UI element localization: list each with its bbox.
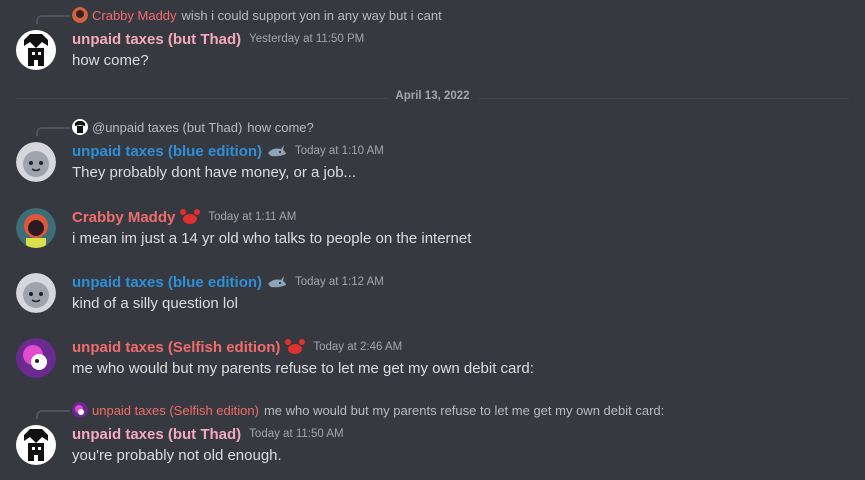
reply-author[interactable]: Crabby Maddy bbox=[92, 8, 177, 23]
reply-spine-icon bbox=[36, 15, 70, 24]
timestamp: Today at 2:46 AM bbox=[313, 341, 403, 353]
avatar bbox=[72, 7, 88, 23]
reply-preview[interactable]: unpaid taxes (Selfish edition) me who wo… bbox=[72, 401, 664, 419]
author-name[interactable]: unpaid taxes (blue edition) bbox=[72, 143, 262, 160]
message-header: unpaid taxes (blue edition) Today at 1:1… bbox=[72, 140, 384, 162]
reply-spine-icon bbox=[36, 127, 70, 136]
author-name[interactable]: unpaid taxes (blue edition) bbox=[72, 274, 262, 291]
author-name[interactable]: unpaid taxes (but Thad) bbox=[72, 31, 241, 48]
avatar bbox=[72, 119, 88, 135]
avatar[interactable] bbox=[16, 425, 56, 465]
author-name[interactable]: unpaid taxes (but Thad) bbox=[72, 426, 241, 443]
message-content: i mean im just a 14 yr old who talks to … bbox=[72, 230, 472, 247]
avatar[interactable] bbox=[16, 208, 56, 248]
timestamp: Today at 1:10 AM bbox=[295, 145, 384, 157]
author-name[interactable]: Crabby Maddy bbox=[72, 209, 175, 226]
message-header: unpaid taxes (Selfish edition) Today at … bbox=[72, 336, 402, 358]
divider-label: April 13, 2022 bbox=[387, 90, 478, 102]
reply-text: how come? bbox=[247, 119, 314, 135]
message-header: Crabby Maddy Today at 1:11 AM bbox=[72, 206, 296, 228]
timestamp: Today at 1:11 AM bbox=[208, 211, 297, 223]
reply-text: wish i could support yon in any way but … bbox=[181, 7, 442, 23]
timestamp: Today at 1:12 AM bbox=[295, 276, 384, 288]
message: unpaid taxes (Selfish edition) me who wo… bbox=[0, 395, 865, 475]
reply-author[interactable]: unpaid taxes (Selfish edition) bbox=[92, 403, 259, 418]
shark-emoji-icon bbox=[267, 273, 287, 291]
crab-emoji-icon bbox=[285, 338, 306, 356]
message: Crabby Maddy wish i could support yon in… bbox=[0, 0, 865, 80]
message-header: unpaid taxes (but Thad) Today at 11:50 A… bbox=[72, 423, 344, 445]
timestamp: Yesterday at 11:50 PM bbox=[249, 33, 365, 45]
reply-preview[interactable]: Crabby Maddy wish i could support yon in… bbox=[72, 6, 442, 24]
message: @unpaid taxes (but Thad) how come? unpai… bbox=[0, 112, 865, 192]
avatar[interactable] bbox=[16, 30, 56, 70]
avatar bbox=[72, 402, 88, 418]
avatar[interactable] bbox=[16, 338, 56, 378]
reply-author[interactable]: @unpaid taxes (but Thad) bbox=[92, 120, 242, 135]
message-content: me who would but my parents refuse to le… bbox=[72, 360, 534, 377]
reply-preview[interactable]: @unpaid taxes (but Thad) how come? bbox=[72, 118, 314, 136]
avatar[interactable] bbox=[16, 142, 56, 182]
author-name[interactable]: unpaid taxes (Selfish edition) bbox=[72, 339, 280, 356]
message: unpaid taxes (blue edition) Today at 1:1… bbox=[0, 263, 865, 323]
reply-text: me who would but my parents refuse to le… bbox=[263, 402, 665, 418]
date-divider: April 13, 2022 bbox=[16, 90, 849, 102]
message: Crabby Maddy Today at 1:11 AM i mean im … bbox=[0, 198, 865, 258]
message: unpaid taxes (Selfish edition) Today at … bbox=[0, 328, 865, 388]
message-content: kind of a silly question lol bbox=[72, 295, 238, 312]
timestamp: Today at 11:50 AM bbox=[249, 428, 344, 440]
reply-spine-icon bbox=[36, 410, 70, 419]
shark-emoji-icon bbox=[267, 142, 287, 160]
message-content: They probably dont have money, or a job.… bbox=[72, 164, 357, 181]
avatar[interactable] bbox=[16, 273, 56, 313]
message-header: unpaid taxes (but Thad) Yesterday at 11:… bbox=[72, 28, 364, 50]
crab-emoji-icon bbox=[180, 208, 201, 226]
message-content: you're probably not old enough. bbox=[72, 447, 282, 464]
message-content: how come? bbox=[72, 52, 149, 69]
message-header: unpaid taxes (blue edition) Today at 1:1… bbox=[72, 271, 384, 293]
